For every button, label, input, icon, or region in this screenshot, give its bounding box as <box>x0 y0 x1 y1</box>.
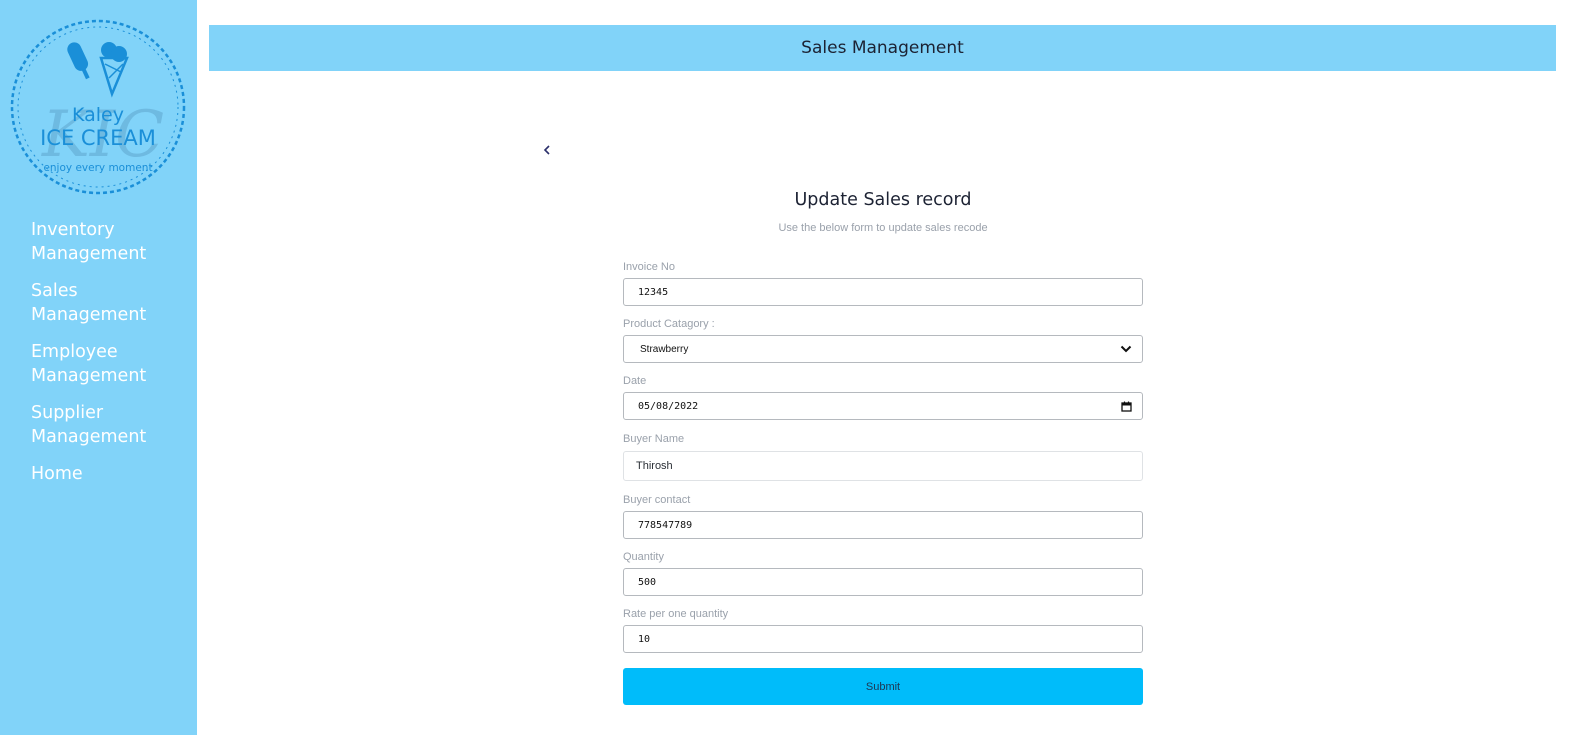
date-input[interactable]: 05/08/2022 <box>623 392 1143 420</box>
sidebar-item-label: Management <box>31 366 147 386</box>
logo-tagline-text: enjoy every moment <box>43 162 153 174</box>
sidebar-item-label: Management <box>31 305 147 325</box>
invoice-label: Invoice No <box>623 261 675 273</box>
category-label: Product Catagory : <box>623 318 715 330</box>
chevron-left-icon <box>543 145 550 155</box>
sidebar: KIC Kaley ICE CREAM enjoy every moment I… <box>0 0 197 735</box>
brand-logo: KIC Kaley ICE CREAM enjoy every moment <box>7 16 189 198</box>
quantity-value: 500 <box>638 576 657 588</box>
sidebar-item-employee[interactable]: Employee Management <box>31 340 191 388</box>
quantity-label: Quantity <box>623 551 664 563</box>
form-subtitle: Use the below form to update sales recod… <box>778 222 988 234</box>
buyer-contact-label: Buyer contact <box>623 494 691 506</box>
sidebar-item-label: Management <box>31 244 147 264</box>
sidebar-item-label: Inventory <box>31 220 115 240</box>
calendar-button[interactable] <box>1121 393 1132 419</box>
sidebar-item-home[interactable]: Home <box>31 462 191 486</box>
rate-label: Rate per one quantity <box>623 608 729 620</box>
quantity-input[interactable]: 500 <box>623 568 1143 596</box>
page-title: Sales Management <box>801 38 964 58</box>
chevron-down-icon <box>1120 345 1132 353</box>
invoice-input[interactable]: 12345 <box>623 278 1143 306</box>
buyer-name-value: Thirosh <box>636 460 673 472</box>
date-value: 05/08/2022 <box>638 400 699 412</box>
sidebar-item-supplier[interactable]: Supplier Management <box>31 401 191 449</box>
logo-brand-text: Kaley <box>72 104 124 126</box>
rate-input[interactable]: 10 <box>623 625 1143 653</box>
sidebar-item-label: Management <box>31 427 147 447</box>
buyer-name-label: Buyer Name <box>623 433 685 445</box>
calendar-icon <box>1121 401 1132 412</box>
sidebar-item-sales[interactable]: Sales Management <box>31 279 191 327</box>
buyer-name-input[interactable]: Thirosh <box>623 451 1143 481</box>
buyer-contact-value: 778547789 <box>638 519 693 531</box>
rate-value: 10 <box>638 633 651 645</box>
sidebar-nav: Inventory Management Sales Management Em… <box>31 218 191 499</box>
sidebar-item-inventory[interactable]: Inventory Management <box>31 218 191 266</box>
sidebar-item-label: Employee <box>31 342 118 362</box>
invoice-value: 12345 <box>638 286 669 298</box>
buyer-contact-input[interactable]: 778547789 <box>623 511 1143 539</box>
submit-button[interactable]: Submit <box>623 668 1143 705</box>
date-label: Date <box>623 375 647 387</box>
page-header: Sales Management <box>209 25 1556 71</box>
logo-name-text: ICE CREAM <box>40 126 156 150</box>
category-value: Strawberry <box>640 343 689 355</box>
sidebar-item-label: Sales <box>31 281 78 301</box>
back-button[interactable] <box>540 139 554 161</box>
sidebar-item-label: Supplier <box>31 403 104 423</box>
category-select[interactable]: Strawberry <box>623 335 1143 363</box>
form-title: Update Sales record <box>794 190 972 210</box>
sidebar-item-label: Home <box>31 464 83 484</box>
